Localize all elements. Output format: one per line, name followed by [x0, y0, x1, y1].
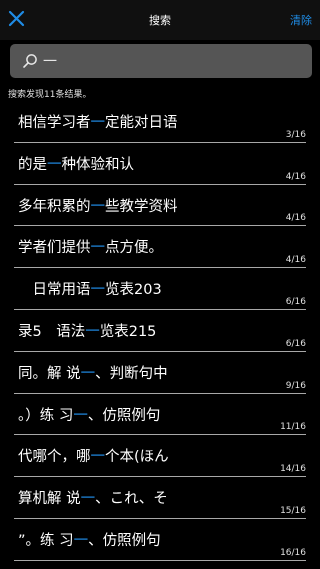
- match-highlight: 一: [47, 156, 62, 173]
- snippet-before: ”。练 习: [18, 532, 74, 549]
- snippet-before: 录5 语法: [18, 323, 86, 340]
- page-indicator: 4/16: [285, 213, 306, 224]
- snippet-before: 的是: [18, 156, 47, 173]
- snippet-before: 学者们提供: [18, 240, 91, 257]
- search-box[interactable]: [10, 44, 312, 78]
- search-icon: [23, 54, 37, 68]
- result-summary: 搜索发现11条结果。: [8, 90, 92, 100]
- snippet-after: 种体验和认: [61, 156, 135, 173]
- result-snippet: 日常用语一览表203: [18, 278, 162, 299]
- snippet-after: 些教学资料: [105, 198, 178, 215]
- match-highlight: 一: [73, 407, 88, 424]
- page-indicator: 6/16: [285, 296, 306, 307]
- page-indicator: 9/16: [285, 380, 306, 391]
- snippet-before: 同。解 说: [18, 365, 81, 382]
- snippet-before: 相信学习者: [18, 115, 91, 131]
- list-item[interactable]: 日常用语一览表203 6/16: [14, 268, 306, 310]
- snippet-after: 、仿照例句: [87, 407, 161, 424]
- list-item[interactable]: 多年积累的一些教学资料 4/16: [14, 185, 306, 227]
- list-item[interactable]: 相信学习者一定能对日语 3/16: [14, 101, 306, 143]
- result-snippet: 学者们提供一点方便。: [18, 236, 163, 257]
- result-snippet: 同。解 说一、判断句中: [18, 362, 168, 383]
- snippet-before: 多年积累的: [18, 198, 91, 215]
- match-highlight: 一: [90, 198, 106, 215]
- search-input[interactable]: [43, 50, 303, 72]
- match-highlight: 一: [80, 365, 96, 382]
- page-indicator: 16/16: [280, 547, 306, 558]
- list-item[interactable]: 代哪个，哪一个本(ほん 14/16: [14, 435, 306, 478]
- match-highlight: 一: [73, 532, 89, 549]
- result-snippet: 相信学习者一定能对日语: [18, 111, 178, 132]
- snippet-before: 。）练 习: [18, 407, 74, 424]
- search-screen: 搜索 清除 搜索发现11条结果。 相信学习者一定能对日语3/16的是一种体验和认…: [0, 0, 320, 569]
- match-highlight: 一: [90, 115, 106, 131]
- snippet-before: 算机解 说: [18, 491, 81, 508]
- snippet-after: 、仿照例句: [88, 532, 161, 549]
- list-item[interactable]: ”。练 习一、仿照例句 16/16: [14, 519, 306, 561]
- match-highlight: 一: [80, 491, 96, 508]
- list-item[interactable]: 的是一种体验和认 4/16: [14, 143, 306, 185]
- list-item[interactable]: 。）练 习一、仿照例句 11/16: [14, 394, 306, 436]
- snippet-after: 览表203: [105, 282, 162, 299]
- list-item[interactable]: 录5 语法一览表215 6/16: [14, 310, 306, 352]
- result-snippet: 算机解 说一、これ、そ: [18, 487, 168, 508]
- result-snippet: 的是一种体验和认: [18, 153, 134, 174]
- top-bar: 搜索 清除: [0, 0, 320, 40]
- list-item[interactable]: 算机解 说一、これ、そ 15/16: [14, 477, 306, 519]
- page-title: 搜索: [149, 14, 171, 27]
- results-list: 相信学习者一定能对日语 3/16 的是一种体验和认 4/16 多年积累的一些教学资料 4/…: [0, 101, 320, 561]
- list-item[interactable]: 学者们提供一点方便。 4/16: [14, 226, 306, 269]
- snippet-after: 、判断句中: [95, 365, 168, 382]
- page-indicator: 11/16: [280, 422, 306, 433]
- snippet-after: 、これ、そ: [95, 491, 168, 508]
- snippet-after: 点方便。: [105, 240, 163, 257]
- snippet-after: 览表215: [99, 323, 157, 340]
- page-indicator: 14/16: [280, 464, 306, 475]
- page-indicator: 3/16: [285, 129, 306, 140]
- match-highlight: 一: [85, 323, 100, 340]
- page-indicator: 4/16: [285, 255, 306, 266]
- result-snippet: 录5 语法一览表215: [18, 320, 156, 341]
- snippet-before: 日常用语: [18, 282, 91, 299]
- result-snippet: 代哪个，哪一个本(ほん: [18, 445, 169, 466]
- page-indicator: 4/16: [285, 171, 306, 182]
- result-snippet: 。）练 习一、仿照例句: [18, 404, 160, 425]
- page-indicator: 6/16: [285, 338, 306, 349]
- result-snippet: 多年积累的一些教学资料: [18, 195, 178, 216]
- snippet-before: 代哪个，哪: [18, 449, 91, 466]
- snippet-after: 定能对日语: [105, 115, 178, 131]
- snippet-after: 个本(ほん: [105, 449, 169, 466]
- match-highlight: 一: [90, 282, 106, 299]
- match-highlight: 一: [90, 449, 106, 466]
- list-item[interactable]: 同。解 说一、判断句中 9/16: [14, 352, 306, 394]
- match-highlight: 一: [90, 240, 106, 257]
- result-snippet: ”。练 习一、仿照例句: [18, 529, 161, 550]
- clear-button[interactable]: 清除: [290, 12, 312, 28]
- page-indicator: 15/16: [280, 505, 306, 516]
